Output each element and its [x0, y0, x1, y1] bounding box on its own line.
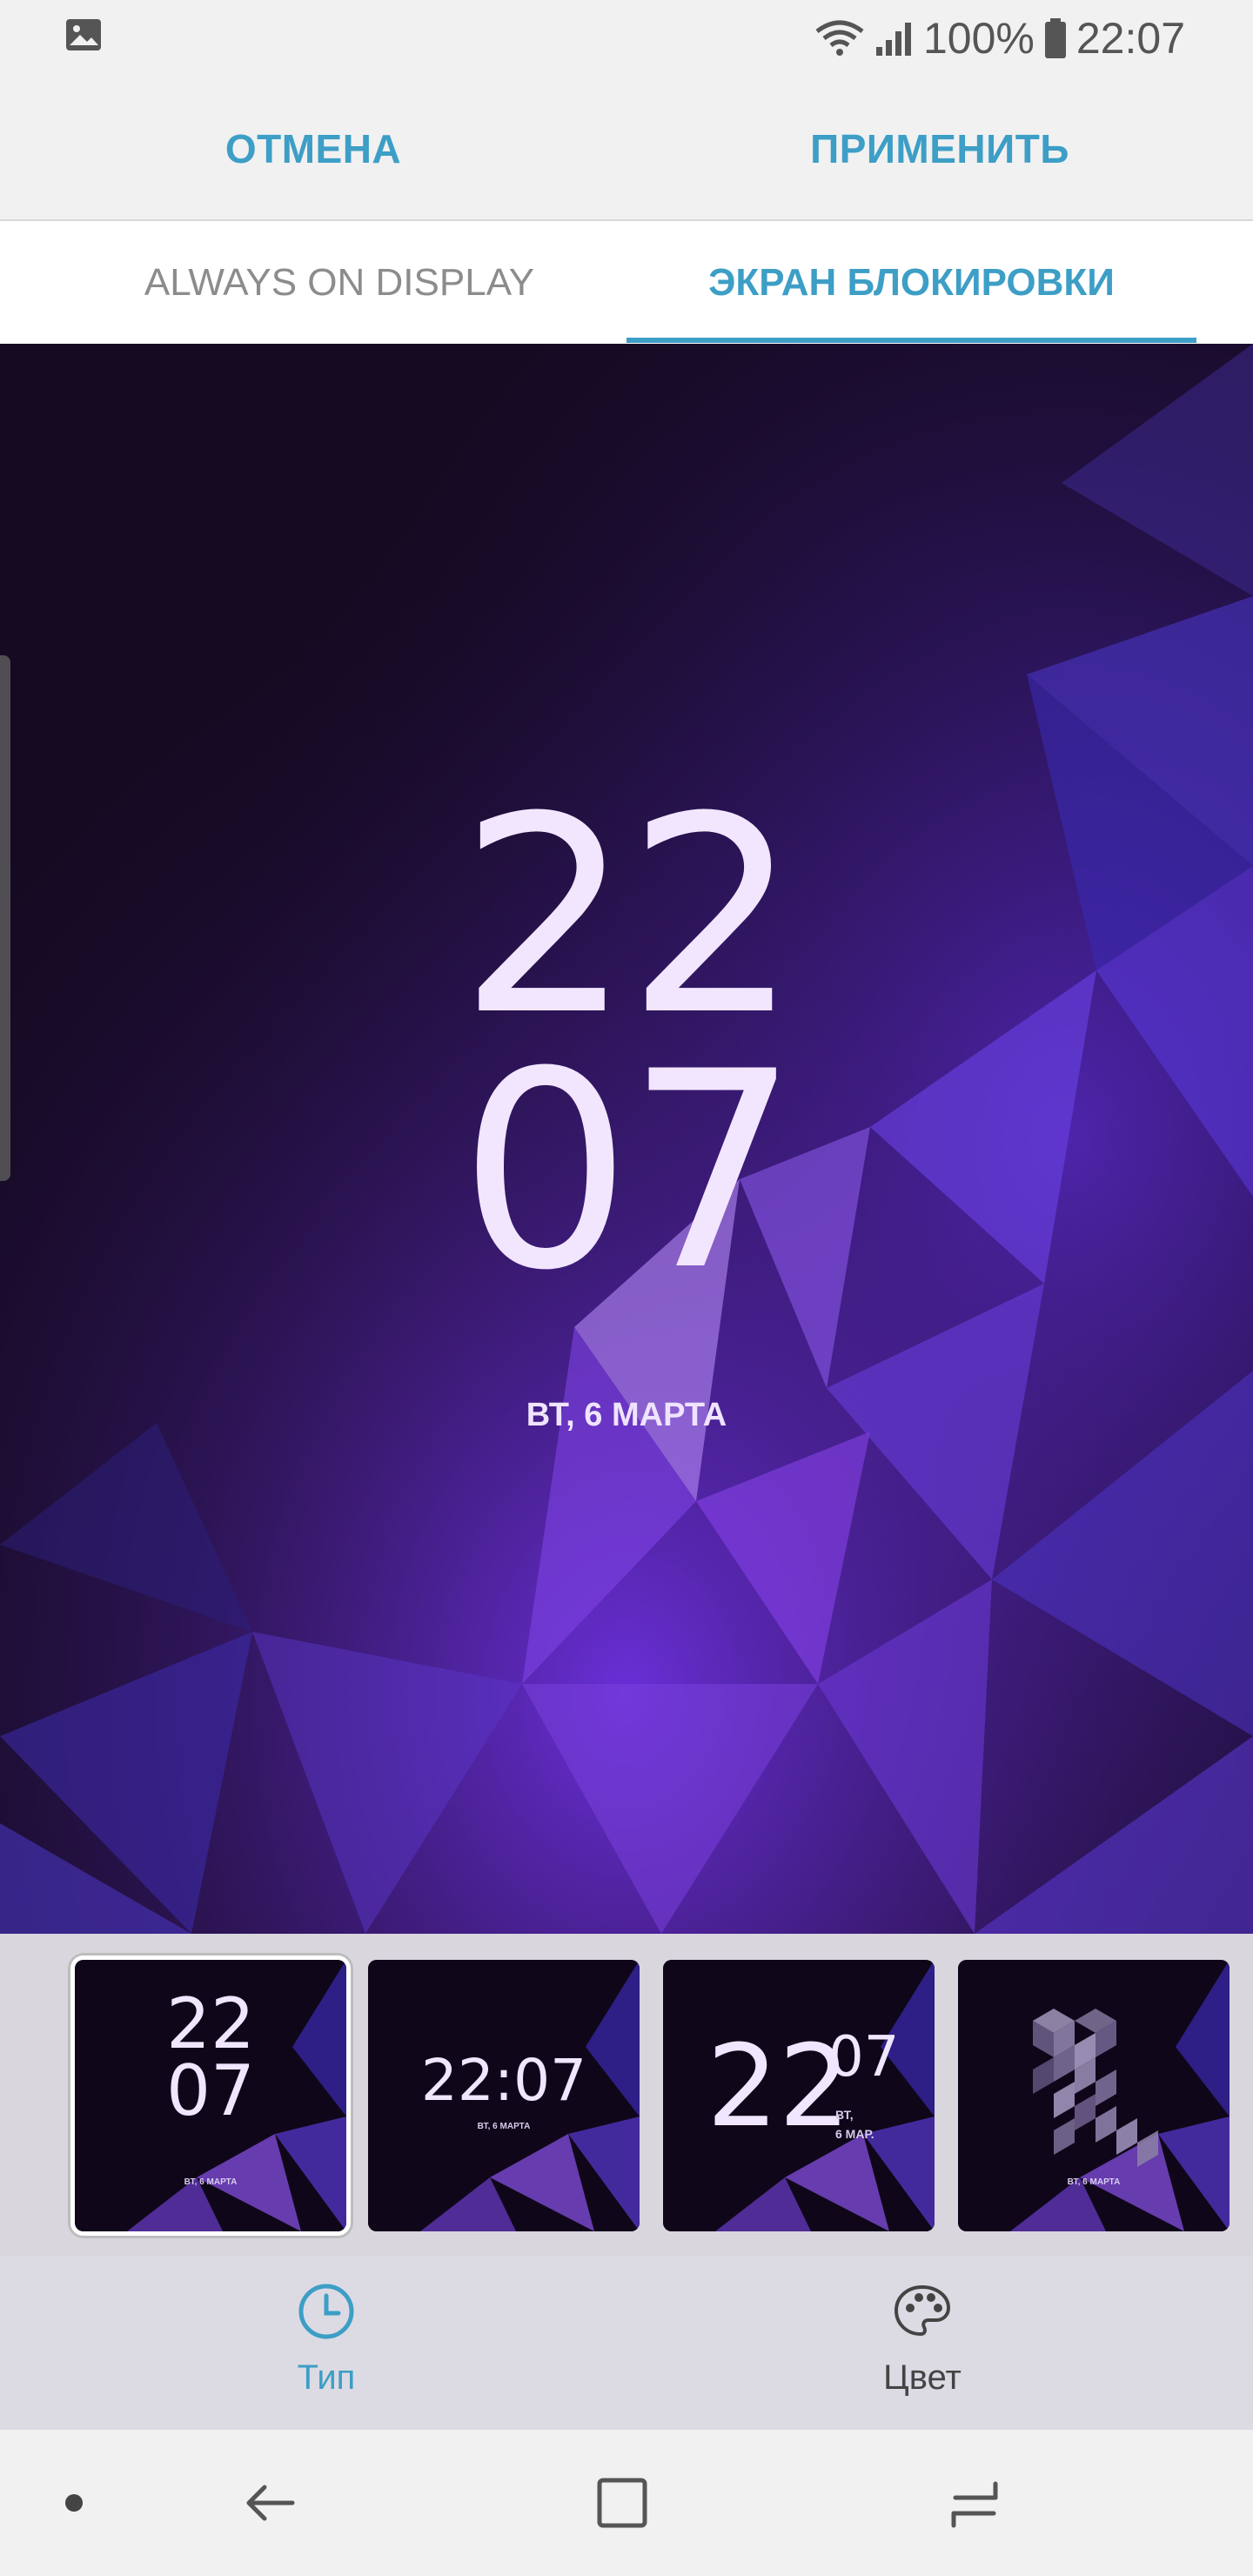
- thumb-date-4: ВТ, 6 МАРТА: [1067, 2177, 1121, 2187]
- preview-date: ВТ, 6 МАРТА: [526, 1397, 727, 1433]
- tab-bar: ALWAYS ON DISPLAY ЭКРАН БЛОКИРОВКИ: [0, 221, 1253, 344]
- preview-hours: 22: [459, 758, 799, 1075]
- clock-style-option-4[interactable]: ВТ, 6 МАРТА: [958, 1960, 1230, 2231]
- thumb-date-1: ВТ, 6 МАРТА: [184, 2177, 238, 2187]
- status-bar: 100% 22:07: [0, 0, 1253, 77]
- apply-button[interactable]: ПРИМЕНИТЬ: [766, 118, 1114, 179]
- thumb-clock-2: 22:07: [420, 2047, 587, 2114]
- battery-icon: [1044, 18, 1066, 58]
- preview-minutes: 07: [459, 1013, 799, 1331]
- navigation-bar: [0, 2430, 1253, 2576]
- tab-lock-screen[interactable]: ЭКРАН БЛОКИРОВКИ: [626, 221, 1196, 344]
- thumb-day-3: ВТ,: [835, 2108, 854, 2122]
- battery-percent: 100%: [922, 14, 1035, 63]
- clock-style-option-1[interactable]: 22 07 ВТ, 6 МАРТА: [70, 1955, 351, 2236]
- lock-screen-preview: 22 07 ВТ, 6 МАРТА: [0, 344, 1253, 1934]
- clock-style-list: 22 07 ВТ, 6 МАРТА 22:07 ВТ, 6 МАРТА 22 0…: [0, 1934, 1253, 2256]
- back-arrow-icon[interactable]: [218, 2430, 322, 2576]
- screen: 100% 22:07 ОТМЕНА ПРИМЕНИТЬ ALWAYS ON DI…: [0, 0, 1253, 2576]
- bottom-tab-color-label: Цвет: [883, 2358, 962, 2397]
- thumb-clock-1: 22 07: [166, 1983, 255, 2131]
- thumb-date-2: ВТ, 6 МАРТА: [477, 2122, 531, 2131]
- clock-style-option-3[interactable]: 22 07 ВТ, 6 МАР.: [663, 1960, 935, 2231]
- image-notification-icon: [66, 19, 101, 50]
- action-bar: ОТМЕНА ПРИМЕНИТЬ: [0, 77, 1253, 219]
- signal-icon: [875, 23, 911, 56]
- clock-style-option-2[interactable]: 22:07 ВТ, 6 МАРТА: [368, 1960, 640, 2231]
- bottom-tab-color[interactable]: Цвет: [609, 2256, 1236, 2430]
- thumb-date-3: 6 МАР.: [835, 2127, 874, 2141]
- tab-always-on-display[interactable]: ALWAYS ON DISPLAY: [70, 221, 609, 344]
- cancel-button[interactable]: ОТМЕНА: [139, 118, 487, 179]
- active-tab-indicator: [626, 338, 1196, 343]
- bottom-tab-bar: Тип Цвет: [0, 2256, 1253, 2430]
- palette-icon: [894, 2284, 951, 2337]
- bottom-tab-type-label: Тип: [297, 2358, 356, 2397]
- status-indicators: 100% 22:07: [814, 10, 1185, 66]
- home-square-icon[interactable]: [566, 2430, 679, 2576]
- wifi-icon: [815, 20, 864, 56]
- status-time: 22:07: [1075, 14, 1185, 63]
- nav-dot-icon[interactable]: [44, 2430, 104, 2576]
- bottom-tab-type[interactable]: Тип: [13, 2256, 640, 2430]
- edge-panel-handle[interactable]: [0, 655, 10, 1181]
- thumb-minutes-3: 07: [828, 2025, 900, 2090]
- thumbnail-wallpaper: [958, 1960, 1230, 2231]
- preview-clock: 22 07: [452, 758, 801, 1331]
- recents-icon[interactable]: [922, 2430, 1027, 2576]
- clock-icon: [298, 2284, 354, 2339]
